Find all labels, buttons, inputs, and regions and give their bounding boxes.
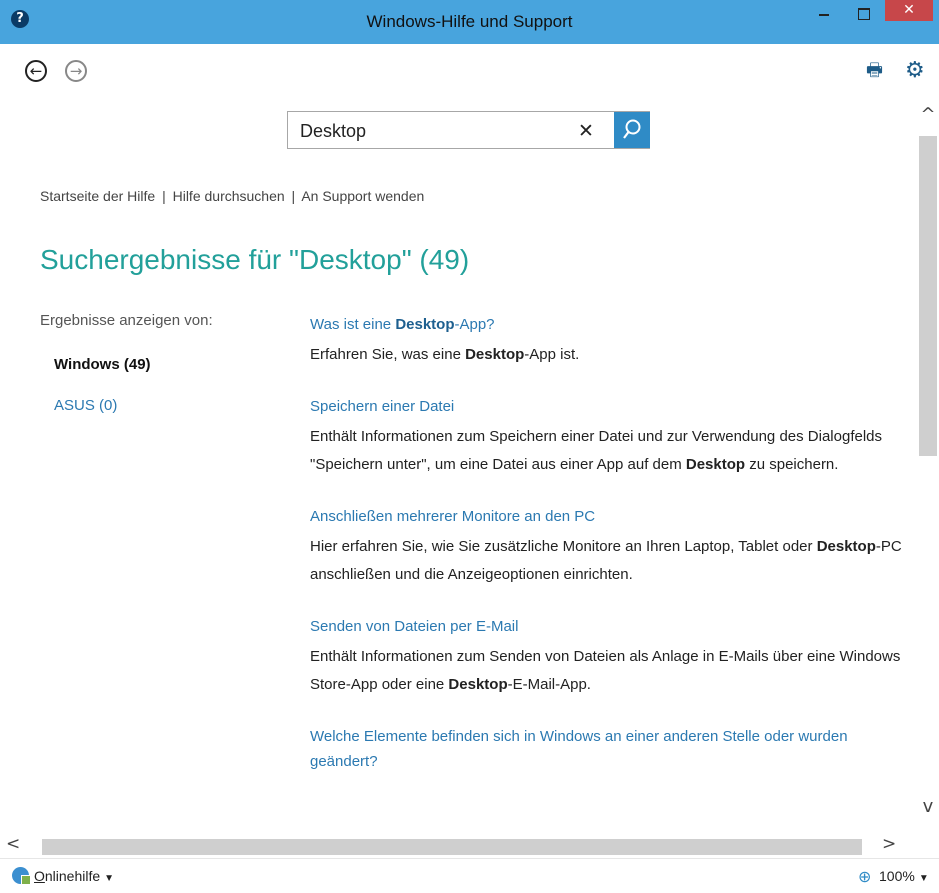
scroll-thumb[interactable] bbox=[919, 136, 937, 456]
horizontal-scrollbar[interactable]: < > bbox=[0, 834, 939, 858]
scroll-right-icon[interactable]: > bbox=[882, 834, 896, 854]
browse-help-link[interactable]: Hilfe durchsuchen bbox=[173, 188, 285, 204]
result-link[interactable]: Was ist eine Desktop-App? bbox=[310, 312, 905, 337]
back-button[interactable]: ← bbox=[25, 60, 47, 82]
result-link[interactable]: Speichern einer Datei bbox=[310, 394, 905, 419]
link-separator: | bbox=[291, 188, 296, 204]
close-button[interactable]: ✕ bbox=[885, 0, 933, 21]
filter-label: Ergebnisse anzeigen von: bbox=[40, 312, 213, 329]
list-item: Welche Elemente befinden sich in Windows… bbox=[310, 724, 905, 774]
title-bar: ? Windows-Hilfe und Support ✕ bbox=[0, 0, 939, 44]
results-list: Was ist eine Desktop-App? Erfahren Sie, … bbox=[310, 312, 905, 799]
clear-icon[interactable]: ✕ bbox=[578, 120, 594, 142]
minimize-icon bbox=[819, 14, 829, 16]
maximize-icon bbox=[858, 8, 870, 20]
scroll-up-icon[interactable]: ^ bbox=[917, 104, 939, 125]
page-title: Suchergebnisse für "Desktop" (49) bbox=[40, 244, 470, 275]
toolbar: ← → 🖶 ⚙ bbox=[0, 44, 939, 100]
search-icon bbox=[623, 119, 641, 139]
list-item: Speichern einer Datei Enthält Informatio… bbox=[310, 394, 905, 479]
globe-icon bbox=[12, 867, 31, 885]
maximize-button[interactable] bbox=[849, 0, 879, 30]
zoom-level[interactable]: 100% ▼ bbox=[879, 868, 929, 884]
window-title: Windows-Hilfe und Support bbox=[366, 12, 573, 31]
result-link[interactable]: Welche Elemente befinden sich in Windows… bbox=[310, 724, 905, 774]
contact-support-link[interactable]: An Support wenden bbox=[301, 188, 424, 204]
search-box: ✕ bbox=[287, 111, 650, 149]
link-separator: | bbox=[162, 188, 166, 204]
gear-icon[interactable]: ⚙ bbox=[905, 59, 929, 83]
help-links: Startseite der Hilfe | Hilfe durchsuchen… bbox=[40, 188, 424, 204]
search-input[interactable] bbox=[300, 119, 570, 143]
list-item: Senden von Dateien per E-Mail Enthält In… bbox=[310, 614, 905, 699]
facet-asus[interactable]: ASUS (0) bbox=[54, 397, 117, 414]
result-description: Erfahren Sie, was eine Desktop-App ist. bbox=[310, 346, 580, 363]
vertical-scrollbar[interactable]: ^ v bbox=[917, 100, 939, 834]
chevron-down-icon: ▼ bbox=[104, 873, 115, 884]
list-item: Was ist eine Desktop-App? Erfahren Sie, … bbox=[310, 312, 905, 369]
scroll-thumb[interactable] bbox=[42, 839, 862, 855]
print-icon[interactable]: 🖶 bbox=[866, 62, 886, 80]
home-link[interactable]: Startseite der Hilfe bbox=[40, 188, 155, 204]
result-description: Enthält Informationen zum Senden von Dat… bbox=[310, 648, 901, 693]
list-item: Anschließen mehrerer Monitore an den PC … bbox=[310, 504, 905, 589]
scroll-down-icon[interactable]: v bbox=[917, 796, 939, 817]
result-link[interactable]: Senden von Dateien per E-Mail bbox=[310, 614, 905, 639]
facet-windows[interactable]: Windows (49) bbox=[54, 356, 151, 373]
chevron-down-icon: ▼ bbox=[918, 873, 929, 884]
result-description: Hier erfahren Sie, wie Sie zusätzliche M… bbox=[310, 538, 902, 583]
zoom-icon[interactable]: ⊕ bbox=[858, 867, 871, 886]
result-link[interactable]: Anschließen mehrerer Monitore an den PC bbox=[310, 504, 905, 529]
forward-button[interactable]: → bbox=[65, 60, 87, 82]
online-help-menu[interactable]: Onlinehilfe ▼ bbox=[34, 868, 114, 884]
scroll-left-icon[interactable]: < bbox=[6, 834, 20, 854]
result-description: Enthält Informationen zum Speichern eine… bbox=[310, 428, 883, 473]
status-bar: Onlinehilfe ▼ ⊕ 100% ▼ bbox=[0, 858, 939, 893]
minimize-button[interactable] bbox=[809, 0, 839, 30]
search-button[interactable] bbox=[614, 112, 650, 148]
